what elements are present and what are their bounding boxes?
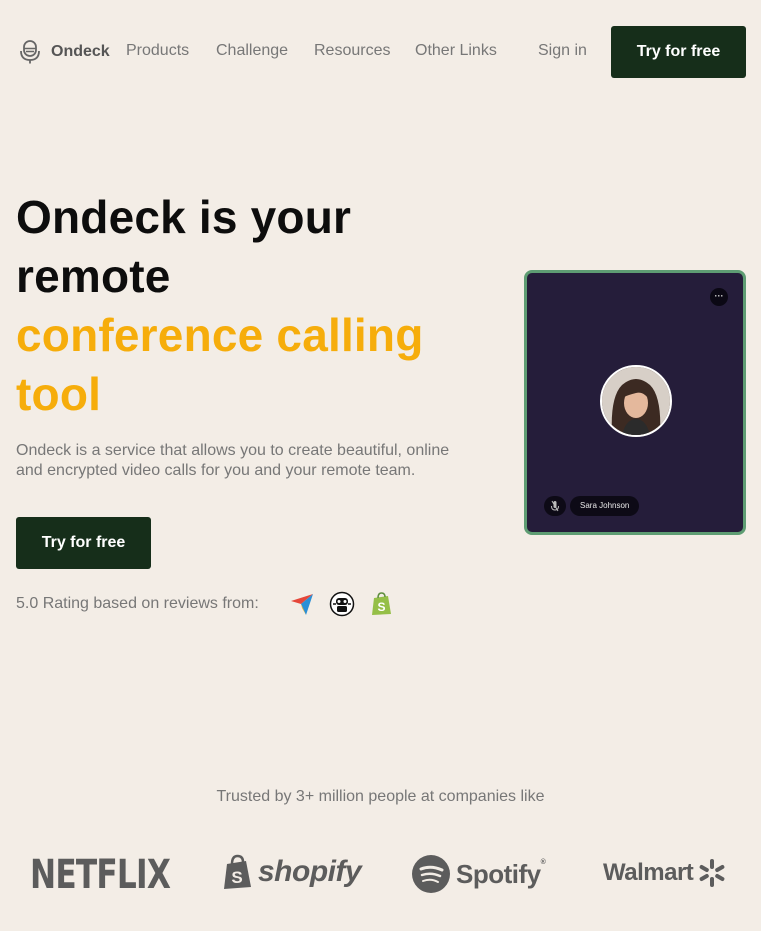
mute-toggle-button[interactable] xyxy=(544,496,566,516)
paper-plane-logo-icon xyxy=(290,594,313,615)
hero-title: Ondeck is your remote conference calling… xyxy=(16,188,496,424)
shopify-bag-icon: S xyxy=(224,854,251,889)
nav-link-resources[interactable]: Resources xyxy=(314,42,390,60)
netflix-logo: NETFLIX xyxy=(30,852,171,898)
walmart-spark-icon xyxy=(699,859,725,887)
nav-link-challenge[interactable]: Challenge xyxy=(216,42,288,60)
shopify-logo: S shopify xyxy=(222,854,362,890)
shopify-wordmark: shopify xyxy=(258,855,362,888)
hero-try-for-free-button[interactable]: Try for free xyxy=(16,517,151,569)
sign-in-link[interactable]: Sign in xyxy=(538,42,587,60)
participant-photo xyxy=(602,367,670,435)
hero-description: Ondeck is a service that allows you to c… xyxy=(16,442,450,479)
microphone-logo-icon xyxy=(20,40,40,64)
rating-text: 5.0 Rating based on reviews from: xyxy=(16,595,259,612)
svg-text:S: S xyxy=(231,868,242,887)
robot-badge-logo-icon xyxy=(329,591,355,617)
participant-avatar xyxy=(600,365,672,437)
top-nav: Ondeck Products Challenge Resources Othe… xyxy=(0,0,761,104)
hero-title-accent2: tool xyxy=(16,368,102,420)
nav-try-for-free-button[interactable]: Try for free xyxy=(611,26,746,78)
participant-name-badge: Sara Johnson xyxy=(570,496,640,516)
mic-off-icon xyxy=(551,500,559,512)
spotify-logo: Spotify® xyxy=(412,855,546,893)
shopify-bag-logo-icon: S xyxy=(371,592,391,615)
nav-link-products[interactable]: Products xyxy=(126,42,189,60)
brand-name: Ondeck xyxy=(51,43,110,60)
spotify-wordmark: Spotify® xyxy=(456,858,546,889)
more-options-button[interactable]: ··· xyxy=(710,288,728,306)
video-call-card: ··· Sara Johnson xyxy=(524,270,746,535)
hero-title-line1: Ondeck is your xyxy=(16,191,352,243)
hero-title-accent1: conference calling xyxy=(16,309,424,361)
nav-link-other-links[interactable]: Other Links xyxy=(415,42,497,60)
trusted-by-text: Trusted by 3+ million people at companie… xyxy=(216,788,545,805)
svg-text:S: S xyxy=(377,600,385,614)
brand-logo[interactable]: Ondeck xyxy=(20,40,110,64)
rating-row: 5.0 Rating based on reviews from: S xyxy=(16,591,395,617)
walmart-logo: Walmart xyxy=(603,858,727,888)
hero-title-line2: remote xyxy=(16,250,171,302)
spotify-circle-icon xyxy=(412,855,450,893)
walmart-wordmark: Walmart xyxy=(603,859,694,886)
